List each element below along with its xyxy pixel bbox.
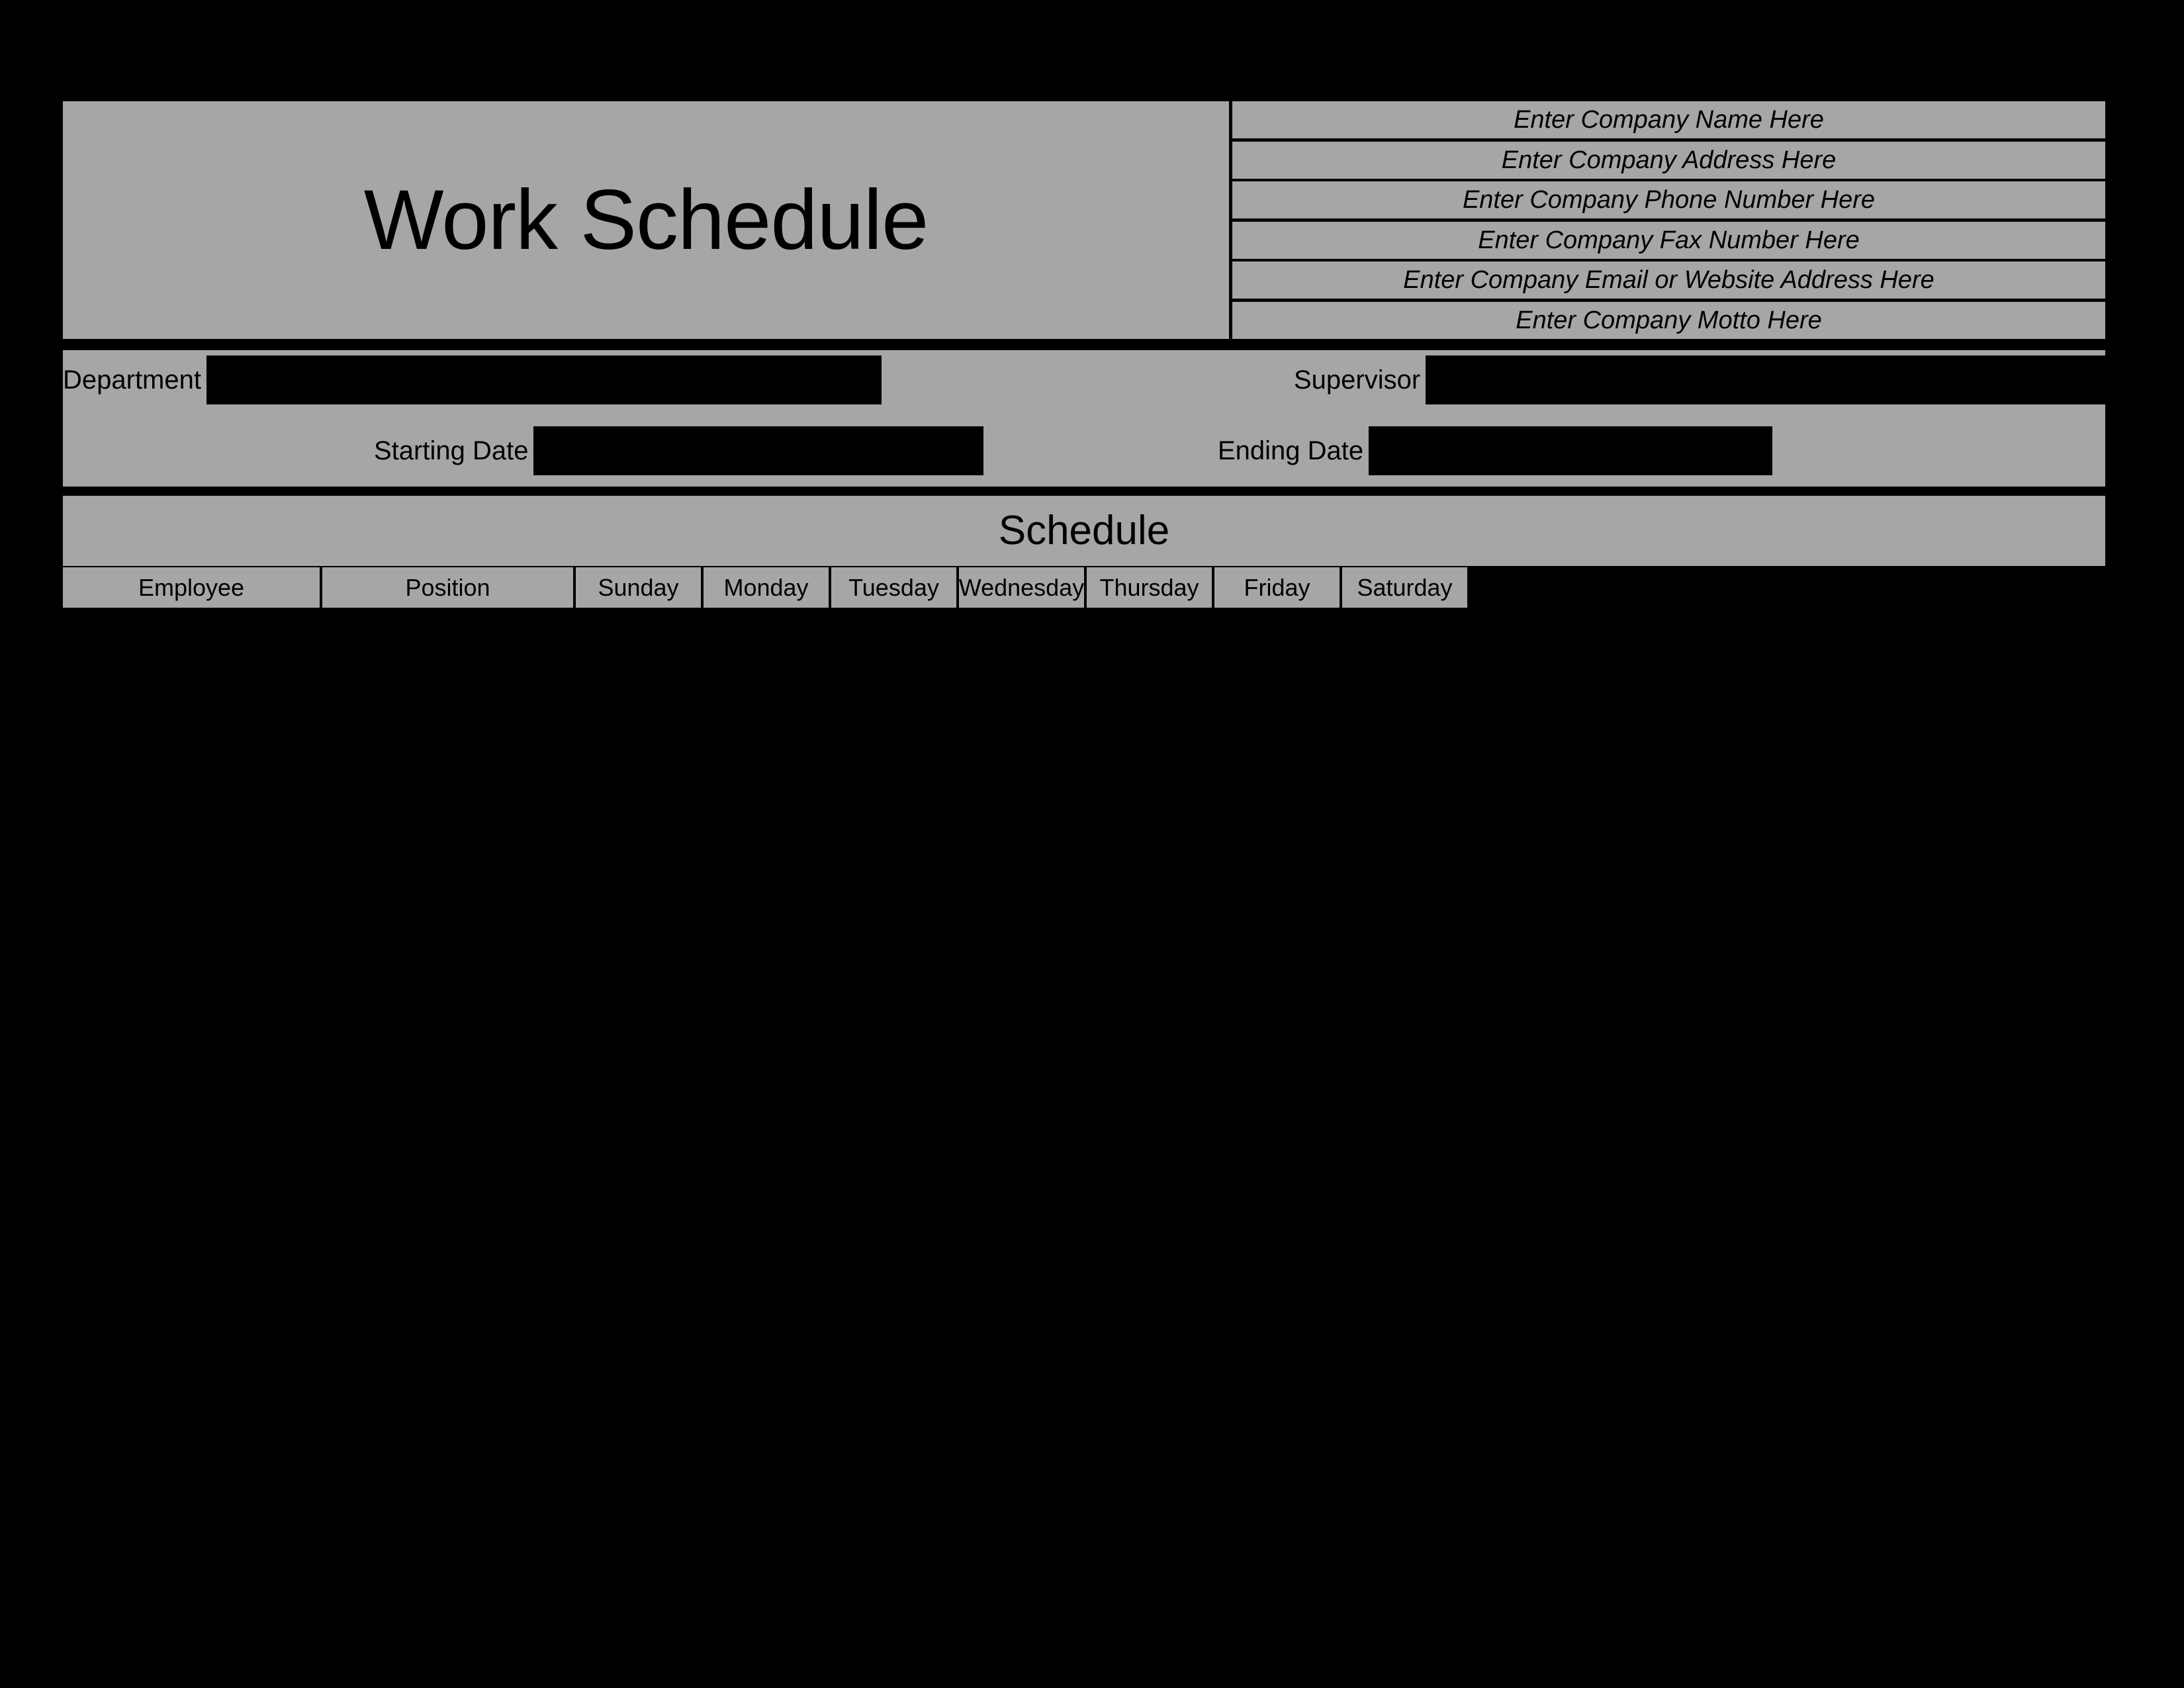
schedule-section-header: Schedule bbox=[63, 496, 2105, 566]
starting-date-input[interactable] bbox=[533, 426, 984, 475]
company-motto-field[interactable]: Enter Company Motto Here bbox=[1232, 301, 2105, 339]
department-field-group: Department bbox=[63, 355, 882, 404]
column-header-thursday[interactable]: Thursday bbox=[1087, 567, 1212, 608]
supervisor-label: Supervisor bbox=[1294, 365, 1421, 395]
ending-date-field-group: Ending Date bbox=[1218, 426, 1773, 475]
schedule-section-title: Schedule bbox=[998, 508, 1170, 553]
work-schedule-page: Work Schedule Enter Company Name Here En… bbox=[0, 0, 2184, 1688]
company-motto-placeholder: Enter Company Motto Here bbox=[1516, 306, 1822, 334]
company-email-placeholder: Enter Company Email or Website Address H… bbox=[1403, 266, 1934, 295]
ending-date-label: Ending Date bbox=[1218, 436, 1364, 465]
company-info-block: Enter Company Name Here Enter Company Ad… bbox=[1232, 101, 2105, 339]
company-phone-placeholder: Enter Company Phone Number Here bbox=[1462, 186, 1876, 214]
company-address-placeholder: Enter Company Address Here bbox=[1501, 146, 1837, 174]
ending-date-input[interactable] bbox=[1369, 426, 1773, 475]
company-fax-placeholder: Enter Company Fax Number Here bbox=[1478, 226, 1860, 254]
company-phone-field[interactable]: Enter Company Phone Number Here bbox=[1232, 181, 2105, 219]
column-header-employee-label: Employee bbox=[138, 573, 245, 601]
column-header-sunday[interactable]: Sunday bbox=[576, 567, 701, 608]
column-header-tuesday-label: Tuesday bbox=[848, 573, 939, 601]
page-title: Work Schedule bbox=[363, 172, 929, 267]
column-header-saturday[interactable]: Saturday bbox=[1342, 567, 1467, 608]
starting-date-label: Starting Date bbox=[374, 436, 529, 465]
company-address-field[interactable]: Enter Company Address Here bbox=[1232, 141, 2105, 179]
schedule-table-header-row: Employee Position Sunday Monday Tuesday … bbox=[63, 567, 2105, 608]
column-header-sunday-label: Sunday bbox=[598, 573, 679, 601]
company-email-field[interactable]: Enter Company Email or Website Address H… bbox=[1232, 261, 2105, 299]
company-name-placeholder: Enter Company Name Here bbox=[1514, 106, 1824, 134]
column-header-wednesday[interactable]: Wednesday bbox=[959, 567, 1084, 608]
column-header-position[interactable]: Position bbox=[322, 567, 573, 608]
column-header-monday[interactable]: Monday bbox=[704, 567, 829, 608]
column-header-employee[interactable]: Employee bbox=[63, 567, 320, 608]
column-header-monday-label: Monday bbox=[723, 573, 809, 601]
department-input[interactable] bbox=[206, 355, 882, 404]
department-label: Department bbox=[63, 365, 201, 395]
column-header-saturday-label: Saturday bbox=[1357, 573, 1453, 601]
column-header-friday-label: Friday bbox=[1244, 573, 1310, 601]
starting-date-field-group: Starting Date bbox=[374, 426, 984, 475]
company-name-field[interactable]: Enter Company Name Here bbox=[1232, 101, 2105, 138]
column-header-position-label: Position bbox=[405, 573, 490, 601]
column-header-tuesday[interactable]: Tuesday bbox=[831, 567, 956, 608]
column-header-thursday-label: Thursday bbox=[1099, 573, 1199, 601]
title-block: Work Schedule bbox=[63, 101, 1229, 339]
info-row-top: Department Supervisor bbox=[63, 350, 2184, 418]
supervisor-field-group: Supervisor bbox=[1294, 355, 2184, 404]
company-fax-field[interactable]: Enter Company Fax Number Here bbox=[1232, 221, 2105, 259]
info-row-bottom: Starting Date Ending Date bbox=[63, 418, 2105, 487]
schedule-info-block: Department Supervisor Starting Date Endi… bbox=[63, 350, 2184, 487]
column-header-wednesday-label: Wednesday bbox=[958, 573, 1085, 601]
supervisor-input[interactable] bbox=[1426, 355, 2184, 404]
column-header-friday[interactable]: Friday bbox=[1214, 567, 1340, 608]
